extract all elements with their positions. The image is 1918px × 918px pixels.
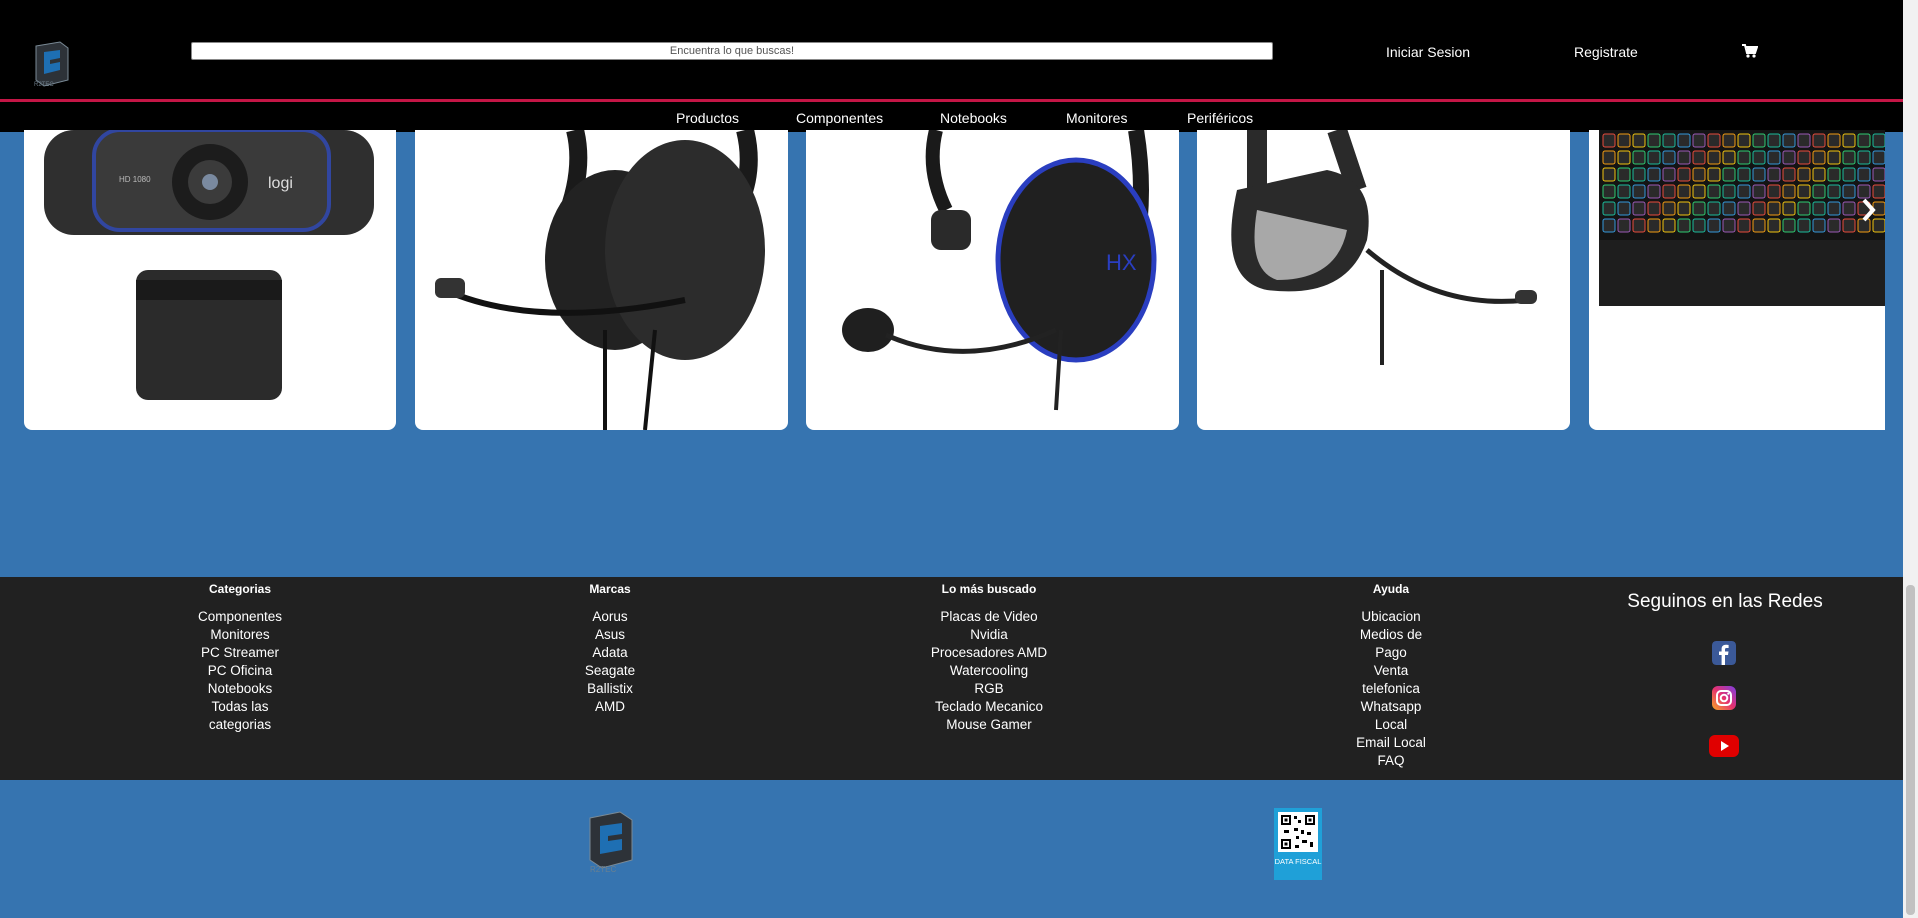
footer-link[interactable]: Notebooks — [180, 680, 300, 698]
footer-categorias: Categorias Componentes Monitores PC Stre… — [180, 577, 300, 734]
svg-text:DATA FISCAL: DATA FISCAL — [1275, 857, 1322, 866]
svg-text:HX: HX — [1106, 250, 1137, 275]
main-nav: Productos Componentes Notebooks Monitore… — [0, 102, 1903, 132]
footer-link[interactable]: Componentes — [180, 608, 300, 626]
footer-link[interactable]: telefonica — [1331, 680, 1451, 698]
facebook-icon[interactable] — [1712, 641, 1736, 665]
footer-link[interactable]: Todas las — [180, 698, 300, 716]
footer-ayuda: Ayuda Ubicacion Medios de Pago Venta tel… — [1331, 577, 1451, 770]
footer-link[interactable]: Mouse Gamer — [909, 716, 1069, 734]
footer-link[interactable]: Seagate — [550, 662, 670, 680]
carousel-prev-icon[interactable] — [28, 196, 48, 224]
footer-link[interactable]: Nvidia — [909, 626, 1069, 644]
footer-link[interactable]: Ballistix — [550, 680, 670, 698]
footer-link[interactable]: Ubicacion — [1331, 608, 1451, 626]
footer-link[interactable]: Pago — [1331, 644, 1451, 662]
carousel-next-icon[interactable] — [1858, 196, 1878, 224]
footer-marcas: Marcas Aorus Asus Adata Seagate Ballisti… — [550, 577, 670, 716]
footer-categorias-title: Categorias — [208, 582, 272, 596]
footer-link[interactable]: Procesadores AMD — [909, 644, 1069, 662]
register-link[interactable]: Registrate — [1574, 44, 1638, 60]
carousel-card-keyboard[interactable] — [1589, 130, 1885, 430]
footer-link[interactable]: Placas de Video — [909, 608, 1069, 626]
footer-link[interactable]: PC Streamer — [180, 644, 300, 662]
instagram-icon[interactable] — [1712, 686, 1736, 710]
carousel-card-headset-2[interactable]: HX — [806, 130, 1179, 430]
footer-link[interactable]: AMD — [550, 698, 670, 716]
nav-perifericos[interactable]: Periféricos — [1187, 110, 1253, 126]
footer-mas-buscado: Lo más buscado Placas de Video Nvidia Pr… — [909, 577, 1069, 734]
footer-link[interactable]: Teclado Mecanico — [909, 698, 1069, 716]
headset-2-image: HX — [842, 130, 1157, 411]
footer-link[interactable]: Watercooling — [909, 662, 1069, 680]
brand-logo[interactable]: R2TEC — [30, 40, 72, 88]
svg-text:HD 1080: HD 1080 — [119, 175, 151, 184]
webcam-image: HD 1080 logi — [44, 130, 374, 400]
data-fiscal-qr[interactable]: DATA FISCAL — [1274, 808, 1322, 880]
footer-link[interactable]: Whatsapp — [1331, 698, 1451, 716]
footer-link[interactable]: FAQ — [1331, 752, 1451, 770]
svg-text:logi: logi — [268, 175, 293, 192]
qr-code-icon: DATA FISCAL — [1274, 808, 1322, 880]
footer-brand-logo[interactable]: R2TEC — [584, 808, 640, 874]
svg-text:R2TEC: R2TEC — [34, 82, 54, 88]
footer-link[interactable]: Local — [1331, 716, 1451, 734]
carousel-card-headset-1[interactable] — [415, 130, 788, 430]
footer-link[interactable]: Venta — [1331, 662, 1451, 680]
svg-text:R2TEC: R2TEC — [590, 865, 616, 874]
youtube-icon[interactable] — [1709, 735, 1739, 757]
footer-ayuda-title: Ayuda — [1372, 582, 1410, 596]
keyboard-image — [1599, 130, 1885, 306]
nav-monitores[interactable]: Monitores — [1066, 110, 1127, 126]
footer-link[interactable]: Aorus — [550, 608, 670, 626]
login-link[interactable]: Iniciar Sesion — [1386, 44, 1470, 60]
nav-notebooks[interactable]: Notebooks — [940, 110, 1007, 126]
search-input[interactable]: Encuentra lo que buscas! — [191, 42, 1273, 60]
page-scrollbar[interactable] — [1903, 0, 1918, 918]
footer-link[interactable]: categorias — [180, 716, 300, 734]
carousel-card-webcam[interactable]: HD 1080 logi — [24, 130, 396, 430]
footer-link[interactable]: Monitores — [180, 626, 300, 644]
footer-link[interactable]: Asus — [550, 626, 670, 644]
nav-productos[interactable]: Productos — [676, 110, 739, 126]
cart-icon[interactable] — [1742, 44, 1758, 58]
social-title: Seguinos en las Redes — [1627, 591, 1823, 612]
footer-link[interactable]: Medios de — [1331, 626, 1451, 644]
headset-3-image — [1231, 130, 1537, 365]
footer-link[interactable]: Email Local — [1331, 734, 1451, 752]
site-footer: Categorias Componentes Monitores PC Stre… — [0, 577, 1903, 780]
site-header: R2TEC Encuentra lo que buscas! Iniciar S… — [0, 0, 1903, 102]
footer-mas-buscado-title: Lo más buscado — [941, 582, 1037, 596]
nav-componentes[interactable]: Componentes — [796, 110, 883, 126]
footer-link[interactable]: RGB — [909, 680, 1069, 698]
headset-1-image — [435, 130, 765, 430]
footer-link[interactable]: PC Oficina — [180, 662, 300, 680]
footer-link[interactable]: Adata — [550, 644, 670, 662]
carousel-card-headset-3[interactable] — [1197, 130, 1570, 430]
scrollbar-thumb[interactable] — [1906, 585, 1915, 915]
footer-marcas-title: Marcas — [589, 582, 631, 596]
